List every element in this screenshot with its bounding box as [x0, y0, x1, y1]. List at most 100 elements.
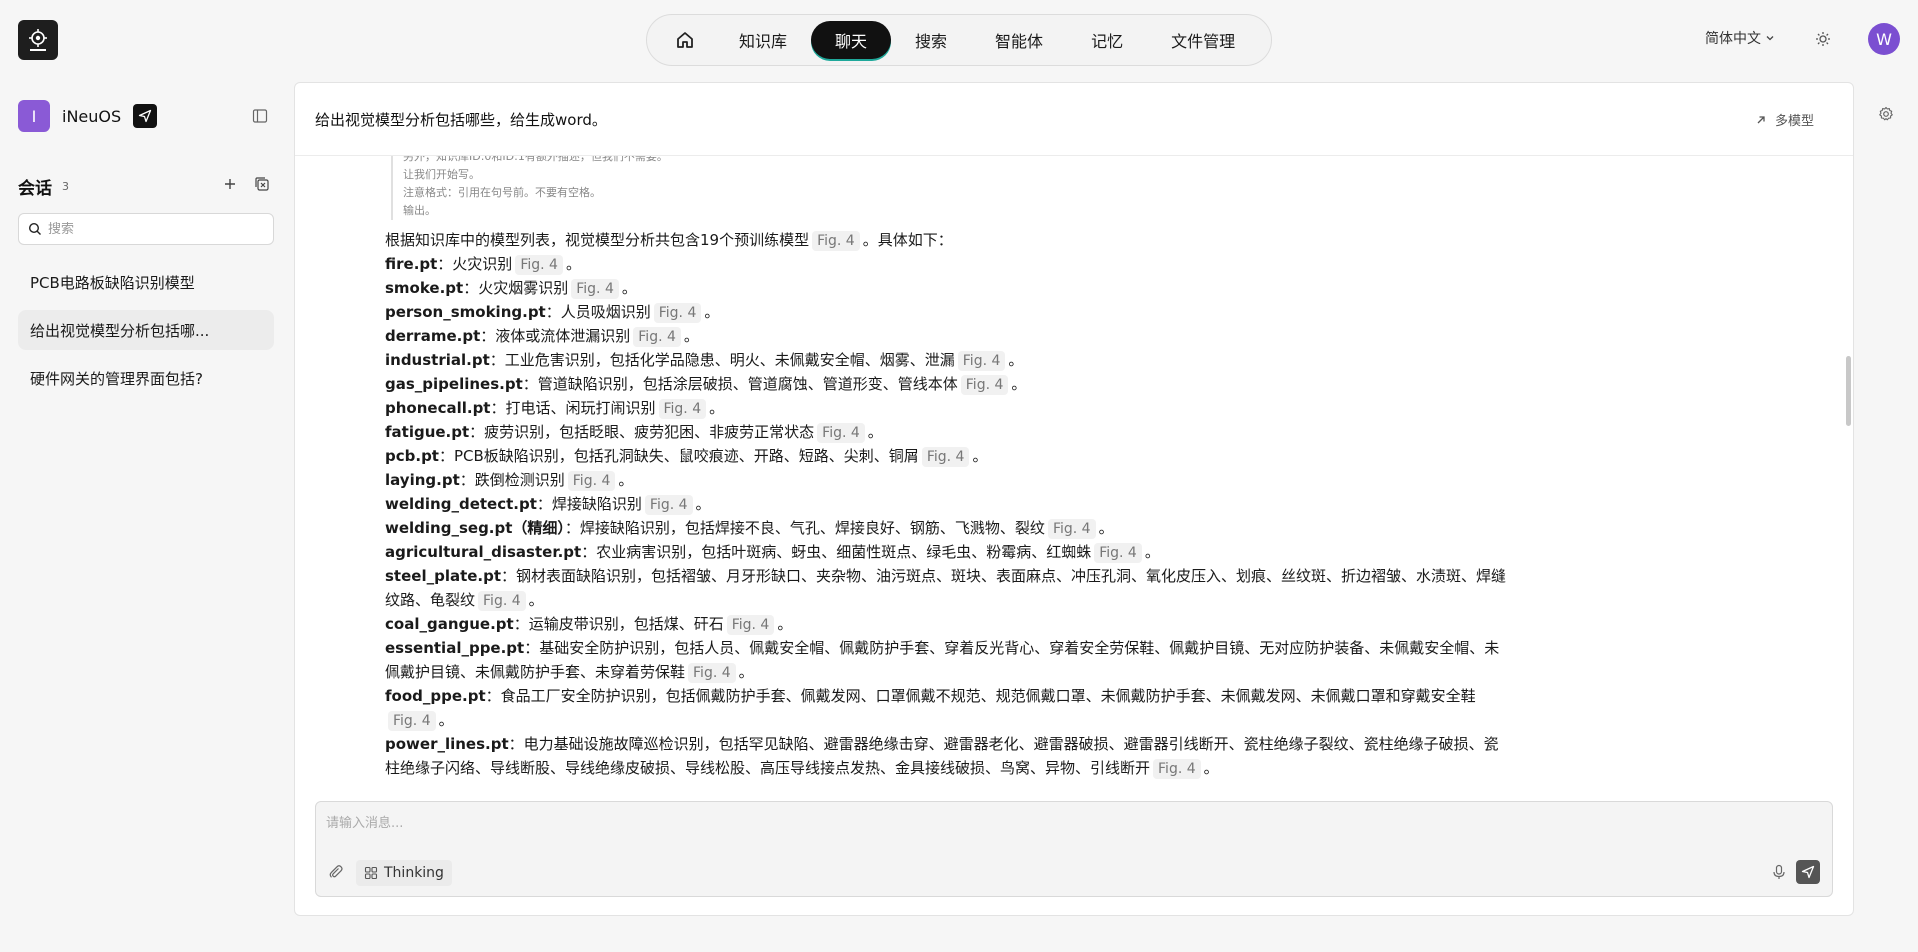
sidebar: I iNeuOS 会话 3 PCB电路板缺陷识别模型 给出视觉模型分析包括哪..… [0, 82, 290, 952]
reference-badge[interactable]: Fig. 4 [688, 663, 736, 683]
voice-input-button[interactable] [1771, 864, 1787, 880]
answer-intro: 根据知识库中的模型列表，视觉模型分析共包含19个预训练模型 Fig. 4 。具体如下… [385, 228, 1507, 252]
reference-badge[interactable]: Fig. 4 [921, 447, 970, 467]
send-icon [139, 109, 152, 123]
sun-icon [1816, 32, 1830, 46]
model-name: pcb.pt [385, 447, 439, 465]
language-label: 简体中文 [1705, 31, 1761, 47]
model-entry: coal_gangue.pt：运输皮带识别，包括煤、矸石 Fig. 4。 [385, 612, 1507, 636]
microphone-icon [1773, 864, 1785, 879]
reference-badge[interactable]: Fig. 4 [658, 399, 707, 419]
reference-badge[interactable]: Fig. 4 [960, 375, 1009, 395]
settings-button[interactable] [1878, 106, 1896, 124]
message-input[interactable] [326, 812, 1816, 846]
session-search[interactable] [18, 213, 274, 245]
model-name: fatigue.pt [385, 423, 470, 441]
reference-badge[interactable]: Fig. 4 [817, 423, 865, 443]
session-list: PCB电路板缺陷识别模型 给出视觉模型分析包括哪... 硬件网关的管理界面包括? [18, 262, 274, 406]
thinking-block: 另外，知识库ID:0和ID:1有额外描述，但我们不需要。 让我们开始写。 注意格… [391, 156, 1805, 220]
reference-badge[interactable]: Fig. 4 [1094, 543, 1142, 563]
reference-badge[interactable]: Fig. 4 [1153, 759, 1201, 779]
reference-badge[interactable]: Fig. 4 [567, 471, 616, 491]
scrollbar-thumb[interactable] [1846, 356, 1851, 426]
session-item-active[interactable]: 给出视觉模型分析包括哪... [18, 310, 274, 350]
brain-icon [364, 866, 378, 880]
model-name: food_ppe.pt [385, 687, 486, 705]
thinking-label: Thinking [384, 865, 444, 881]
workspace-avatar[interactable]: I [18, 100, 50, 132]
new-session-button[interactable] [222, 176, 240, 194]
model-entry: laying.pt：跌倒检测识别 Fig. 4。 [385, 468, 1507, 492]
search-input[interactable] [48, 221, 248, 237]
sessions-count: 3 [62, 180, 69, 193]
user-avatar[interactable]: W [1868, 23, 1900, 55]
model-description: ：PCB板缺陷识别，包括孔洞缺失、鼠咬痕迹、开路、短路、尖刺、铜屑 [438, 447, 919, 465]
nav-home[interactable] [655, 21, 715, 59]
plus-icon [225, 179, 235, 189]
model-name: derrame.pt [385, 327, 481, 345]
model-description: ：管道缺陷识别，包括涂层破损、管道腐蚀、管道形变、管线本体 [522, 375, 958, 393]
sentence-period: 。 [1144, 543, 1160, 561]
chat-panel: 给出视觉模型分析包括哪些，给生成word。 多模型 另外，知识库ID:0和ID:… [294, 82, 1854, 916]
nav-search[interactable]: 搜索 [891, 21, 971, 59]
reference-badge[interactable]: Fig. 4 [726, 615, 775, 635]
model-description: ：跌倒检测识别 [459, 471, 565, 489]
model-description: ：疲劳识别，包括眨眼、疲劳犯困、非疲劳正常状态 [469, 423, 815, 441]
model-name: steel_plate.pt [385, 567, 502, 585]
app-logo[interactable] [18, 20, 58, 60]
thinking-toggle[interactable]: Thinking [356, 860, 452, 886]
share-button[interactable] [133, 104, 158, 128]
answer-intro-text: 根据知识库中的模型列表，视觉模型分析共包含19个预训练模型 [385, 231, 810, 249]
nav-chat[interactable]: 聊天 [811, 21, 892, 59]
attach-button[interactable] [328, 864, 344, 880]
reference-badge[interactable]: Fig. 4 [515, 255, 563, 275]
theme-toggle[interactable] [1812, 28, 1834, 50]
message-content[interactable]: 另外，知识库ID:0和ID:1有额外描述，但我们不需要。 让我们开始写。 注意格… [385, 156, 1805, 786]
reference-badge[interactable]: Fig. 4 [478, 591, 526, 611]
sentence-period: 。 [1011, 375, 1027, 393]
nav-file-management[interactable]: 文件管理 [1147, 21, 1259, 59]
sentence-period: 。 [777, 615, 793, 633]
sentence-period: 。 [438, 711, 454, 729]
thinking-line: 输出。 [403, 204, 436, 217]
logo-gear-icon [29, 29, 47, 51]
reference-badge[interactable]: Fig. 4 [1047, 519, 1096, 539]
clear-sessions-button[interactable] [254, 176, 272, 194]
reference-badge[interactable]: Fig. 4 [653, 303, 702, 323]
model-name: fire.pt [385, 255, 438, 273]
reference-badge[interactable]: Fig. 4 [571, 279, 619, 299]
model-description: ：工业危害识别，包括化学品隐患、明火、未佩戴安全帽、烟雾、泄漏 [489, 351, 955, 369]
sentence-period: 。 [1203, 759, 1219, 777]
nav-knowledge-base[interactable]: 知识库 [715, 21, 811, 59]
model-name: person_smoking.pt [385, 303, 546, 321]
model-description: ：打电话、闲玩打闹识别 [490, 399, 656, 417]
send-button[interactable] [1796, 860, 1820, 884]
reference-badge[interactable]: Fig. 4 [812, 231, 860, 251]
model-entry: person_smoking.pt：人员吸烟识别 Fig. 4。 [385, 300, 1507, 324]
message-scrollbar[interactable] [1843, 156, 1853, 786]
collapse-sidebar-button[interactable] [252, 108, 270, 126]
sessions-header: 会话 3 [18, 174, 274, 199]
sentence-period: 。 [867, 423, 883, 441]
session-item[interactable]: 硬件网关的管理界面包括? [18, 358, 274, 398]
reference-badge[interactable]: Fig. 4 [644, 495, 693, 515]
multi-model-label: 多模型 [1775, 114, 1815, 129]
reference-badge[interactable]: Fig. 4 [633, 327, 681, 347]
nav-agents[interactable]: 智能体 [971, 21, 1067, 59]
reference-badge[interactable]: Fig. 4 [957, 351, 1006, 371]
model-entry: essential_ppe.pt：基础安全防护识别，包括人员、佩戴安全帽、佩戴防… [385, 636, 1507, 684]
session-item[interactable]: PCB电路板缺陷识别模型 [18, 262, 274, 302]
model-description: ：人员吸烟识别 [545, 303, 651, 321]
multi-model-button[interactable]: 多模型 [1755, 110, 1814, 129]
clear-icon [255, 177, 269, 191]
reference-badge[interactable]: Fig. 4 [388, 711, 436, 731]
sentence-period: 。 [1008, 351, 1024, 369]
model-entry: industrial.pt：工业危害识别，包括化学品隐患、明火、未佩戴安全帽、烟… [385, 348, 1507, 372]
workspace-brand: I iNeuOS [18, 100, 158, 132]
nav-memory[interactable]: 记忆 [1067, 21, 1147, 59]
chevron-down-icon [1766, 36, 1774, 41]
model-entry: agricultural_disaster.pt：农业病害识别，包括叶斑病、蚜虫… [385, 540, 1507, 564]
language-selector[interactable]: 简体中文 [1705, 28, 1775, 48]
thinking-line: 另外，知识库ID:0和ID:1有额外描述，但我们不需要。 [403, 156, 668, 163]
model-entry: gas_pipelines.pt：管道缺陷识别，包括涂层破损、管道腐蚀、管道形变… [385, 372, 1507, 396]
